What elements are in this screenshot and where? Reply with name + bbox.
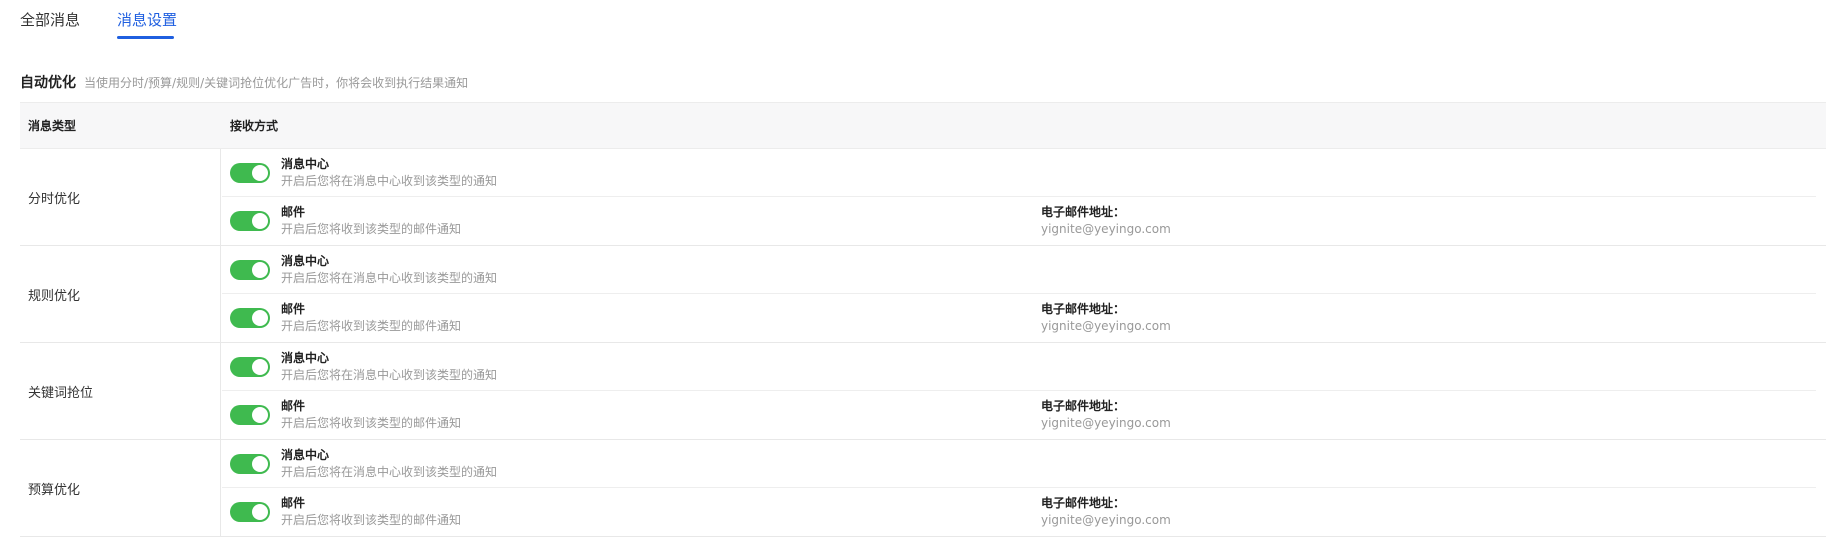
toggle-knob [252,407,268,423]
channel-description: 开启后您将在消息中心收到该类型的通知 [281,368,498,382]
channel-message-center: 消息中心 开启后您将在消息中心收到该类型的通知 [222,149,1816,197]
email-address-label: 电子邮件地址： [1041,496,1126,510]
toggle-knob [252,504,268,520]
channel-message-center: 消息中心 开启后您将在消息中心收到该类型的通知 [222,440,1816,488]
message-type-cell: 关键词抢位 [20,343,221,439]
toggle-knob [252,310,268,326]
tab-message-settings[interactable]: 消息设置 [117,10,177,30]
table-row: 关键词抢位 消息中心 开启后您将在消息中心收到该类型的通知 邮件 开启后您将收到… [20,343,1826,440]
message-center-toggle[interactable] [230,454,270,474]
channel-description: 开启后您将收到该类型的邮件通知 [281,416,462,430]
notification-settings-table: 消息类型 接收方式 分时优化 消息中心 开启后您将在消息中心收到该类型的通知 邮… [20,102,1826,537]
channel-title: 消息中心 [281,351,330,365]
active-tab-indicator [117,36,174,39]
section-title: 自动优化 [20,75,76,91]
column-header-message-type: 消息类型 [28,119,77,133]
message-center-toggle[interactable] [230,260,270,280]
toggle-knob [252,213,268,229]
email-toggle[interactable] [230,405,270,425]
email-address-value: yignite@yeyingo.com [1041,222,1171,236]
table-row: 规则优化 消息中心 开启后您将在消息中心收到该类型的通知 邮件 开启后您将收到该… [20,246,1826,343]
toggle-knob [252,262,268,278]
tab-bar: 全部消息 消息设置 [0,0,1836,40]
table-header: 消息类型 接收方式 [20,102,1826,149]
toggle-knob [252,359,268,375]
channel-title: 邮件 [281,205,306,219]
channel-description: 开启后您将在消息中心收到该类型的通知 [281,271,498,285]
channel-message-center: 消息中心 开启后您将在消息中心收到该类型的通知 [222,343,1816,391]
channel-title: 邮件 [281,302,306,316]
toggle-knob [252,165,268,181]
message-type-cell: 预算优化 [20,440,221,536]
email-address-value: yignite@yeyingo.com [1041,416,1171,430]
channel-message-center: 消息中心 开启后您将在消息中心收到该类型的通知 [222,246,1816,294]
message-center-toggle[interactable] [230,357,270,377]
email-toggle[interactable] [230,308,270,328]
channel-title: 邮件 [281,399,306,413]
email-address-label: 电子邮件地址： [1041,302,1126,316]
toggle-knob [252,456,268,472]
channel-description: 开启后您将在消息中心收到该类型的通知 [281,174,498,188]
channel-description: 开启后您将在消息中心收到该类型的通知 [281,465,498,479]
table-row: 预算优化 消息中心 开启后您将在消息中心收到该类型的通知 邮件 开启后您将收到该… [20,440,1826,537]
email-address-value: yignite@yeyingo.com [1041,513,1171,527]
email-toggle[interactable] [230,211,270,231]
column-header-receive-method: 接收方式 [230,119,279,133]
channel-title: 消息中心 [281,448,330,462]
channel-email: 邮件 开启后您将收到该类型的邮件通知 电子邮件地址： yignite@yeyin… [222,197,1816,245]
email-address-value: yignite@yeyingo.com [1041,319,1171,333]
channel-description: 开启后您将收到该类型的邮件通知 [281,513,462,527]
section-header: 自动优化 当使用分时/预算/规则/关键词抢位优化广告时，你将会收到执行结果通知 [20,72,468,92]
channel-email: 邮件 开启后您将收到该类型的邮件通知 电子邮件地址： yignite@yeyin… [222,294,1816,342]
channel-title: 消息中心 [281,254,330,268]
message-center-toggle[interactable] [230,163,270,183]
email-toggle[interactable] [230,502,270,522]
email-address-label: 电子邮件地址： [1041,205,1126,219]
channel-email: 邮件 开启后您将收到该类型的邮件通知 电子邮件地址： yignite@yeyin… [222,391,1816,439]
channel-description: 开启后您将收到该类型的邮件通知 [281,222,462,236]
section-description: 当使用分时/预算/规则/关键词抢位优化广告时，你将会收到执行结果通知 [84,76,469,90]
table-row: 分时优化 消息中心 开启后您将在消息中心收到该类型的通知 邮件 开启后您将收到该… [20,149,1826,246]
channel-title: 消息中心 [281,157,330,171]
channel-description: 开启后您将收到该类型的邮件通知 [281,319,462,333]
email-address-label: 电子邮件地址： [1041,399,1126,413]
message-type-cell: 分时优化 [20,149,221,245]
tab-all-messages[interactable]: 全部消息 [20,10,80,30]
channel-email: 邮件 开启后您将收到该类型的邮件通知 电子邮件地址： yignite@yeyin… [222,488,1816,536]
channel-title: 邮件 [281,496,306,510]
message-type-cell: 规则优化 [20,246,221,342]
